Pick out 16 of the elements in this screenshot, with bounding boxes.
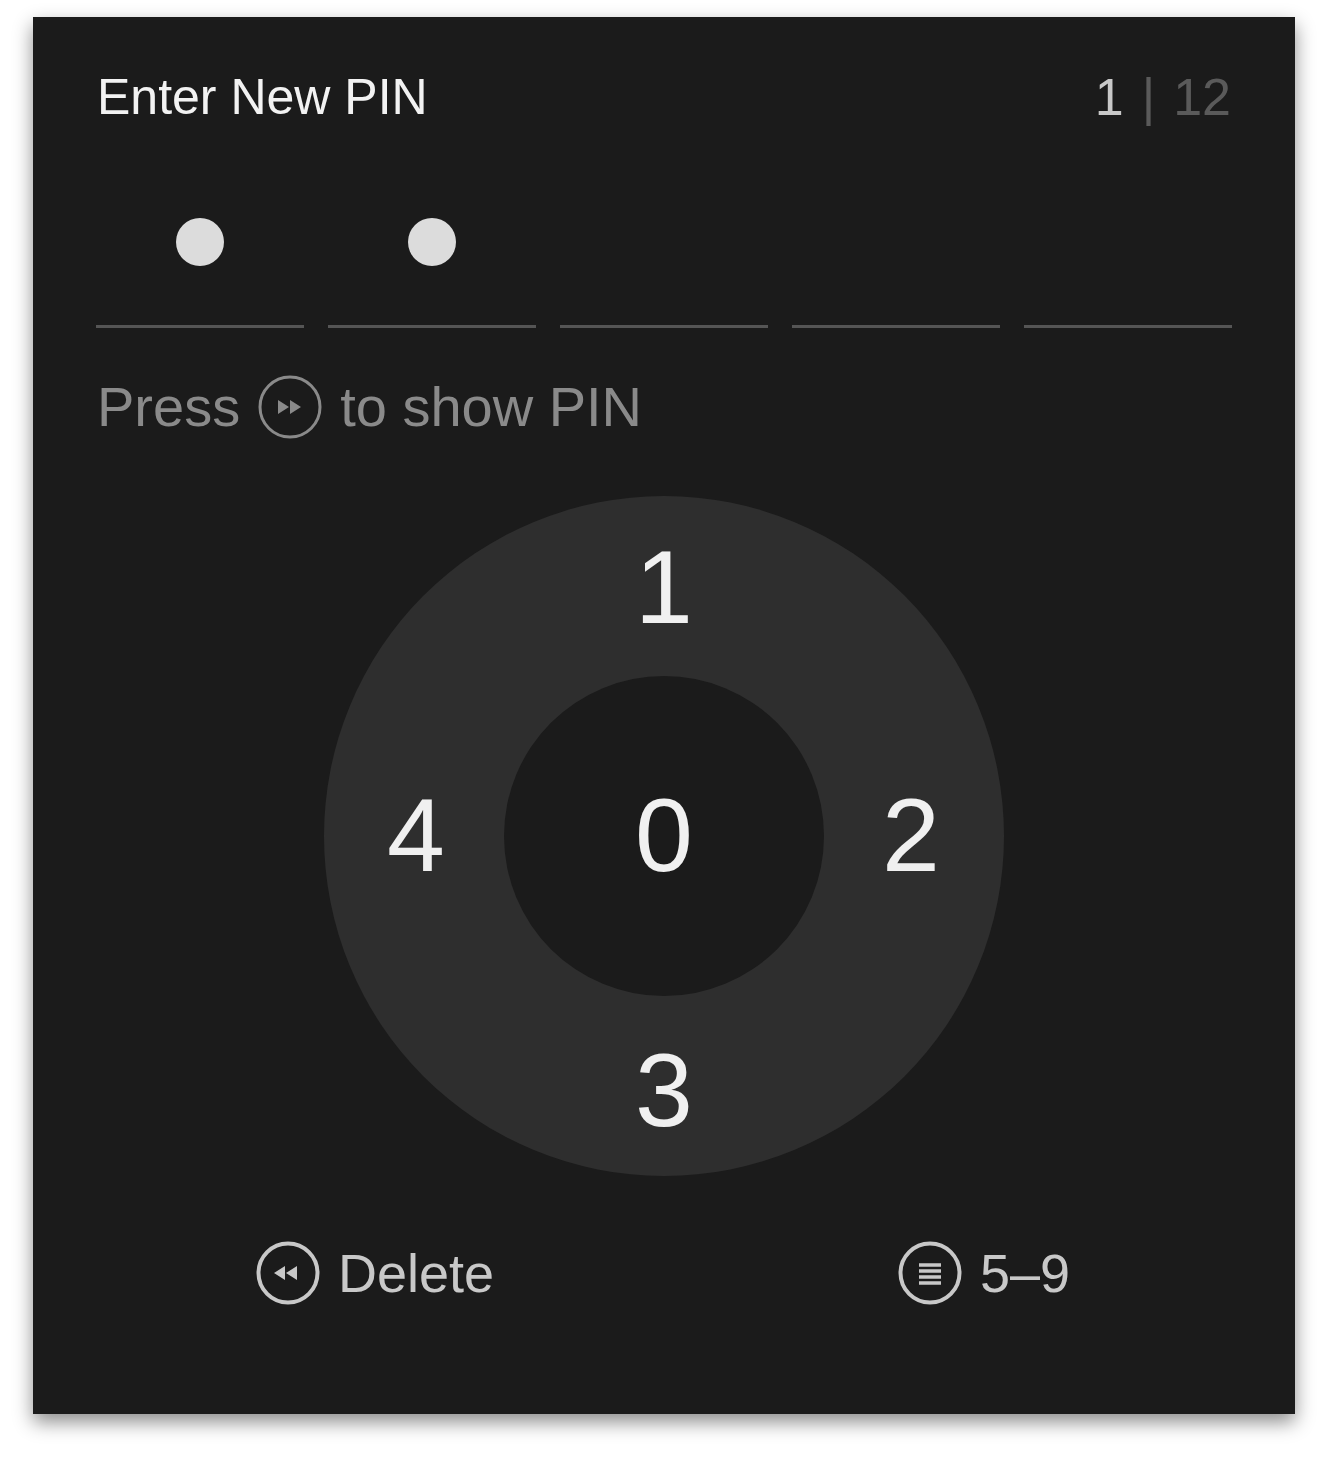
dialog-title: Enter New PIN: [97, 68, 428, 127]
action-label: 5–9: [980, 1241, 1071, 1305]
menu-icon: [898, 1241, 962, 1305]
step-separator: |: [1141, 67, 1156, 127]
dial-key[interactable]: 0: [635, 783, 693, 887]
dial-key[interactable]: 2: [882, 783, 940, 887]
dial-key[interactable]: 1: [635, 535, 693, 639]
hint-text: to show PIN: [340, 374, 643, 440]
fast-forward-icon: [258, 375, 323, 439]
action-label: Delete: [338, 1241, 495, 1305]
step-total: 12: [1173, 67, 1231, 127]
step-current: 1: [1094, 67, 1124, 127]
dial-key[interactable]: 3: [635, 1038, 693, 1142]
rewind-icon: [256, 1241, 320, 1305]
hint-text: Press: [97, 374, 241, 440]
dial-key[interactable]: 4: [387, 783, 445, 887]
